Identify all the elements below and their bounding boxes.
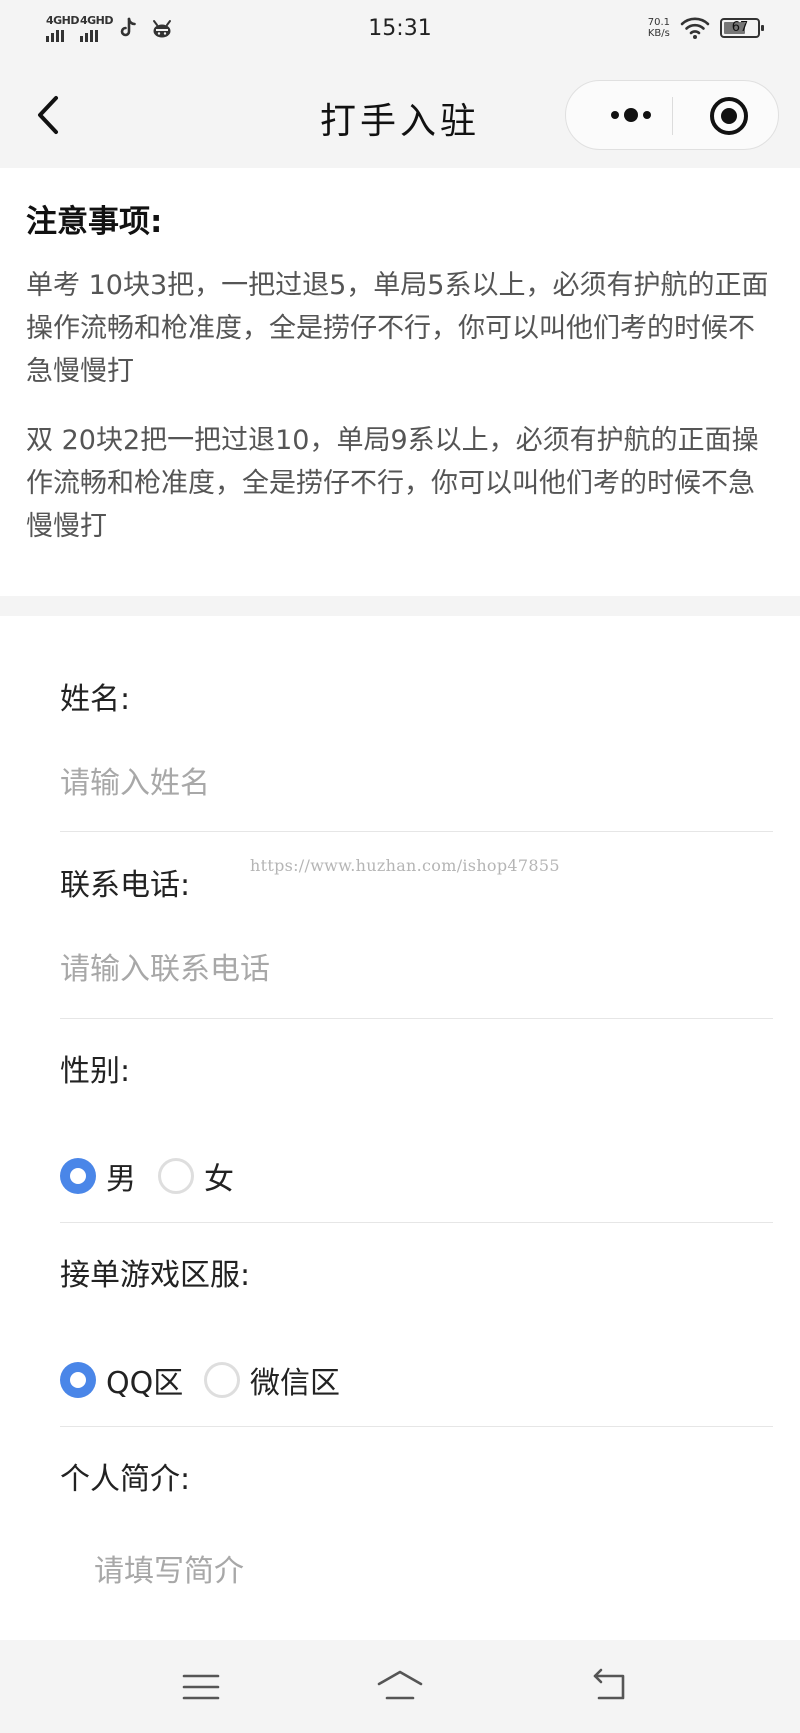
divider (60, 831, 773, 832)
name-label: 姓名: (60, 682, 131, 717)
name-input[interactable] (60, 758, 760, 808)
gender-option-label: 女 (204, 1162, 234, 1197)
server-option-label: QQ区 (106, 1366, 184, 1401)
notice-paragraph: 单考 10块3把，一把过退5，单局5系以上，必须有护航的正面操作流畅和枪准度，全… (26, 270, 769, 387)
radio-checked-icon[interactable] (60, 1158, 96, 1194)
gender-option-male[interactable]: 男 (60, 1154, 136, 1198)
notice-title: 注意事项: (26, 204, 163, 240)
gender-option-female[interactable]: 女 (158, 1154, 234, 1198)
notice-paragraph: 双 20块2把一把过退10，单局9系以上，必须有护航的正面操作流畅和枪准度，全是… (26, 425, 759, 542)
intro-textarea[interactable] (94, 1546, 754, 1606)
wifi-icon (680, 17, 710, 39)
status-bar: 4GHD 4GHD 15:31 70.1 KB/s 67 (0, 0, 800, 60)
server-option-label: 微信区 (250, 1366, 340, 1401)
radio-unchecked-icon[interactable] (158, 1158, 194, 1194)
battery-tip (761, 25, 764, 31)
target-circle-icon[interactable] (708, 95, 750, 137)
mini-program-capsule (565, 80, 779, 150)
net-speed-unit: KB/s (647, 28, 670, 39)
menu-icon[interactable] (176, 1662, 226, 1712)
radio-unchecked-icon[interactable] (204, 1362, 240, 1398)
notice-section: 注意事项: 单考 10块3把，一把过退5，单局5系以上，必须有护航的正面操作流畅… (0, 168, 800, 596)
divider (60, 1222, 773, 1223)
divider (60, 1426, 773, 1427)
phone-input[interactable] (60, 944, 760, 994)
phone-label: 联系电话: (60, 868, 191, 903)
battery-icon: 67 (720, 18, 764, 38)
server-option-wechat[interactable]: 微信区 (204, 1358, 340, 1402)
net-speed: 70.1 KB/s (648, 17, 670, 39)
divider (60, 1018, 773, 1019)
back-icon[interactable] (585, 1662, 635, 1712)
status-right: 70.1 KB/s 67 (648, 16, 764, 40)
capsule-divider (672, 97, 673, 135)
system-nav-bar (0, 1640, 800, 1733)
net-speed-value: 70.1 (647, 17, 670, 28)
watermark: https://www.huzhan.com/ishop47855 (250, 856, 560, 875)
gender-option-label: 男 (106, 1162, 136, 1197)
intro-label: 个人简介: (60, 1462, 191, 1497)
more-dots-icon[interactable] (596, 81, 666, 149)
gender-label: 性别: (60, 1054, 131, 1089)
home-icon[interactable] (375, 1662, 425, 1712)
radio-checked-icon[interactable] (60, 1362, 96, 1398)
nav-bar: 打手入驻 (0, 60, 800, 168)
application-form: 姓名: 联系电话: https://www.huzhan.com/ishop47… (0, 616, 800, 1640)
battery-level: 67 (731, 20, 749, 35)
server-label: 接单游戏区服: (60, 1258, 251, 1293)
server-option-qq[interactable]: QQ区 (60, 1358, 183, 1402)
